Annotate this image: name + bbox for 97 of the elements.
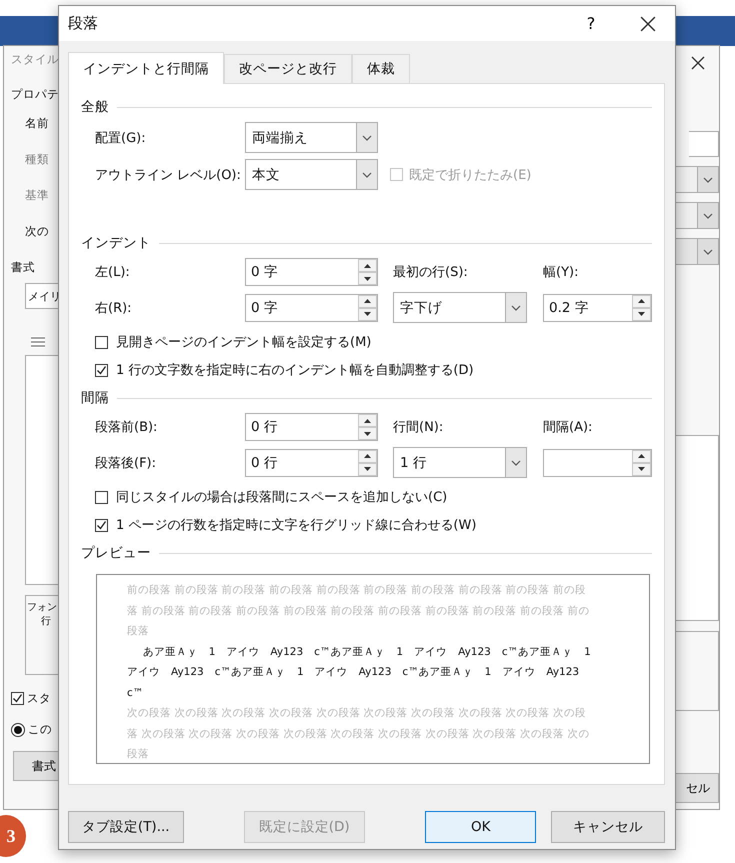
format-button[interactable]: 書式 — [13, 751, 61, 781]
checkbox-label: スタ — [27, 691, 51, 706]
align-icon — [31, 337, 45, 347]
spin-field[interactable]: 0 行 — [245, 413, 378, 441]
help-button[interactable]: ? — [561, 14, 621, 33]
field-label: 間隔(A): — [543, 420, 592, 435]
checkbox[interactable] — [95, 518, 108, 532]
checkbox-label: 既定で折りたたみ(E) — [409, 166, 532, 184]
up-arrow-icon — [638, 454, 645, 458]
spin-up-button[interactable] — [358, 450, 377, 462]
down-arrow-icon — [638, 312, 645, 316]
chevron-icon — [703, 176, 713, 182]
dropdown[interactable]: 字下げ — [393, 292, 527, 323]
field-label: 配置(G): — [95, 130, 147, 146]
up-arrow-icon — [638, 299, 645, 303]
field-label: 名前 — [25, 116, 49, 132]
section-heading: プレビュー — [81, 544, 151, 562]
sample-text: あア亜Ａｙ 1 アイウ Ay123 c™あア亜Ａｙ 1 アイウ Ay123 c™あア亜Ａｙ 1 アイウ Ay123 c™あア亜Ａｙ 1 アイウ Ay123 c™あア亜Ａｙ 1 アイウ Ay123 c™ — [127, 644, 592, 700]
checkbox[interactable] — [95, 336, 108, 348]
spin-down-button[interactable] — [632, 308, 651, 320]
dialog-button[interactable]: キャンセル — [551, 811, 665, 843]
up-arrow-icon — [364, 454, 371, 458]
spin-down-button[interactable] — [358, 308, 377, 320]
spin-up-button[interactable] — [358, 414, 377, 427]
next-paragraph-text: 次の段落 次の段落 次の段落 次の段落 次の段落 次の段落 次の段落 次の段落 次の段落 次の段落 次の段落 次の段落 次の段落 次の段落 次の段落 次の段落 次の段落 次の段落 次の段落 次の段落 — [127, 706, 590, 762]
tab[interactable]: 体裁 — [352, 54, 410, 83]
section-heading: プロパテ — [11, 87, 59, 102]
down-arrow-icon — [638, 467, 645, 471]
up-arrow-icon — [364, 418, 371, 422]
spin-up-button[interactable] — [358, 294, 377, 308]
field-label: 右(R): — [95, 300, 133, 316]
checkbox-label: 1 行の文字数を指定時に右のインデント幅を自動調整する(D) — [116, 362, 474, 379]
dropdown[interactable] — [675, 238, 719, 265]
spin-down-button[interactable] — [632, 462, 651, 476]
chevron-icon — [703, 212, 713, 218]
field-label: 幅(Y): — [543, 265, 578, 280]
spin-field[interactable]: 0.2 字 — [543, 294, 652, 322]
tab[interactable]: 改ページと改行 — [224, 54, 352, 83]
spin-field[interactable]: 0 字 — [245, 294, 378, 322]
checkbox-label: 見開きページのインデント幅を設定する(M) — [116, 334, 372, 351]
previous-paragraph-text: 前の段落 前の段落 前の段落 前の段落 前の段落 前の段落 前の段落 前の段落 前の段落 前の段落 前の段落 前の段落 前の段落 前の段落 前の段落 前の段落 前の段落 前の段落 前の段落 前の段落 — [127, 583, 590, 639]
section-heading: 書式 — [11, 260, 35, 275]
field-label: 基準 — [25, 188, 49, 204]
section-heading: インデント — [81, 234, 151, 252]
spin-up-button[interactable] — [358, 259, 377, 272]
dropdown[interactable] — [675, 202, 719, 229]
field-label: 左(L): — [95, 264, 131, 281]
input-field[interactable] — [689, 131, 719, 157]
chevron-icon — [511, 304, 521, 310]
close-icon[interactable] — [640, 16, 656, 32]
description-text: 行 — [41, 615, 51, 628]
checkbox[interactable] — [95, 364, 108, 376]
field-label: 種類 — [25, 152, 49, 168]
spin-field[interactable] — [543, 448, 652, 476]
checkbox-label: 1 ページの行数を指定時に文字を行グリッド線に合わせる(W) — [116, 517, 476, 534]
field-label: 段落後(F): — [95, 454, 158, 472]
checkbox[interactable] — [95, 490, 108, 504]
down-arrow-icon — [364, 467, 371, 471]
window-title: 段落 — [68, 14, 99, 33]
spin-down-button[interactable] — [358, 462, 377, 476]
dropdown[interactable]: 1 行 — [393, 447, 527, 478]
field-label: 段落前(B): — [95, 419, 158, 436]
field-label: アウトライン レベル(O): — [95, 166, 242, 184]
spin-down-button[interactable] — [358, 272, 377, 285]
radio-button[interactable] — [11, 722, 25, 736]
window-title: スタイル — [11, 52, 59, 67]
up-arrow-icon — [364, 264, 371, 268]
close-icon[interactable] — [691, 56, 705, 70]
chevron-icon — [362, 134, 372, 140]
dropdown[interactable]: 本文 — [245, 159, 378, 190]
radio-label: この — [28, 722, 52, 737]
checkbox-label: 同じスタイルの場合は段落間にスペースを追加しない(C) — [116, 489, 448, 506]
step-number: 3 — [0, 815, 26, 857]
chevron-icon — [703, 248, 713, 254]
chevron-icon — [511, 460, 521, 466]
checkbox[interactable] — [11, 692, 24, 705]
down-arrow-icon — [364, 276, 371, 280]
spin-field[interactable]: 0 字 — [245, 258, 378, 286]
field-label: 行間(N): — [393, 420, 444, 435]
spin-field[interactable]: 0 行 — [245, 448, 378, 476]
dropdown[interactable] — [675, 166, 719, 193]
chevron-icon — [362, 172, 372, 178]
description-text: フォン — [27, 601, 57, 614]
dropdown[interactable]: 両端揃え — [245, 122, 378, 153]
spin-up-button[interactable] — [632, 294, 651, 308]
spin-down-button[interactable] — [358, 427, 377, 440]
tab[interactable]: インデントと行間隔 — [68, 52, 224, 84]
dialog-button[interactable]: OK — [424, 811, 536, 843]
spin-up-button[interactable] — [632, 450, 651, 462]
section-heading: 間隔 — [81, 389, 109, 407]
down-arrow-icon — [364, 312, 371, 316]
field-label: 次の — [25, 224, 49, 240]
down-arrow-icon — [364, 432, 371, 436]
field-label: 最初の行(S): — [393, 265, 468, 280]
section-heading: 全般 — [81, 98, 109, 116]
dialog-button[interactable]: タブ設定(T)... — [68, 811, 184, 843]
up-arrow-icon — [364, 299, 371, 303]
